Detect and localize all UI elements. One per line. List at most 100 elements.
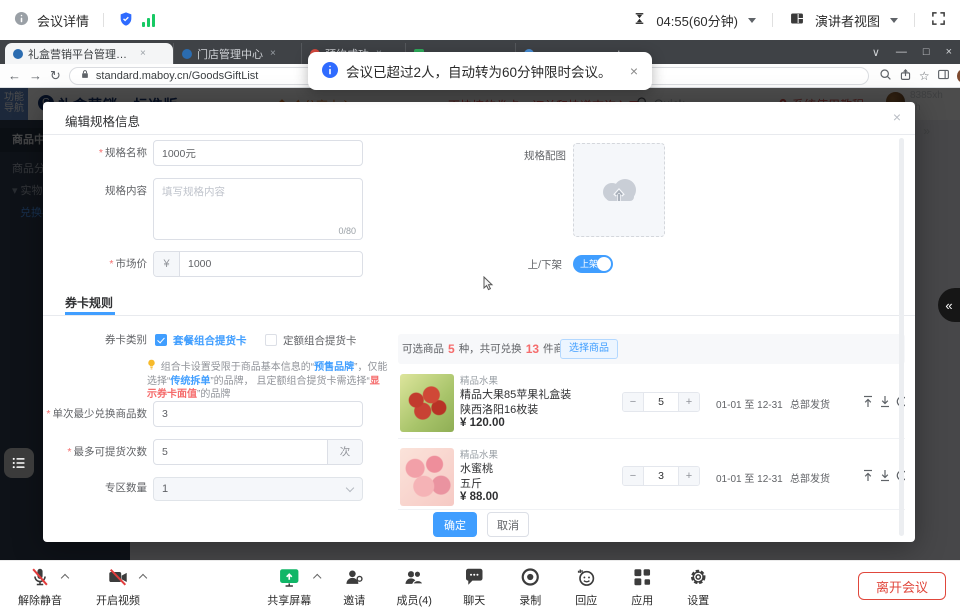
timer-caret-icon[interactable] xyxy=(748,18,756,23)
stepper-plus-button[interactable]: + xyxy=(679,467,699,485)
share-page-icon[interactable] xyxy=(899,68,912,84)
record-icon xyxy=(519,566,541,591)
cancel-button[interactable]: 取消 xyxy=(487,512,529,537)
share-options-chevron-icon[interactable] xyxy=(313,574,321,582)
meeting-timer: 04:55(60分钟) xyxy=(656,11,738,30)
view-mode-selector[interactable]: 演讲者视图 xyxy=(815,11,880,30)
label-text: 市场价 xyxy=(116,258,148,270)
view-caret-icon[interactable] xyxy=(890,18,898,23)
checkbox-fixed-card-unchecked[interactable] xyxy=(265,334,277,346)
spec-image-label: 规格配图 xyxy=(462,143,566,169)
stepper-minus-button[interactable]: − xyxy=(623,393,643,411)
toast-message: 会议已超过2人，自动转为60分钟限时会议。 xyxy=(346,61,612,81)
fullscreen-icon[interactable] xyxy=(931,11,946,29)
meeting-list-float-button[interactable] xyxy=(4,448,34,478)
stepper-value[interactable]: 3 xyxy=(643,467,679,485)
tab-favicon xyxy=(13,49,23,59)
members-label: 成员(4) xyxy=(397,592,432,608)
card-type-option2-label[interactable]: 定额组合提货卡 xyxy=(283,333,357,348)
collapse-icon: « xyxy=(945,298,952,313)
product-delivery: 总部发货 xyxy=(790,470,830,485)
product-image-peaches xyxy=(400,448,454,506)
edit-spec-modal: 编辑规格信息 × *规格名称 规格内容 0/80 *市场价 ¥ 规格配图 上/下… xyxy=(43,102,915,542)
spec-content-label: 规格内容 xyxy=(43,178,147,204)
bookmark-star-icon[interactable]: ☆ xyxy=(919,69,930,83)
card-type-option1-label[interactable]: 套餐组合提货卡 xyxy=(173,333,247,348)
members-icon xyxy=(403,566,425,591)
window-minimize-icon[interactable]: — xyxy=(896,46,907,58)
zoom-page-icon[interactable] xyxy=(879,68,892,84)
toast-close-icon[interactable]: × xyxy=(630,63,638,79)
move-to-bottom-icon[interactable] xyxy=(879,395,891,411)
reactions-label: 回应 xyxy=(575,592,597,608)
mic-options-chevron-icon[interactable] xyxy=(61,574,69,582)
tab-card-rules[interactable]: 券卡规则 xyxy=(65,294,113,311)
apps-button[interactable]: 应用 xyxy=(620,566,664,608)
min-exchange-input[interactable] xyxy=(153,401,363,427)
start-video-button[interactable]: 开启视频 xyxy=(90,566,146,608)
stepper-plus-button[interactable]: + xyxy=(679,393,699,411)
browser-tab[interactable]: 门店管理中心 × xyxy=(173,43,301,64)
invite-button[interactable]: 邀请 xyxy=(332,566,376,608)
spec-name-input[interactable] xyxy=(153,140,363,166)
start-video-label: 开启视频 xyxy=(96,592,140,608)
meeting-details-label[interactable]: 会议详情 xyxy=(37,11,89,30)
window-maximize-icon[interactable]: □ xyxy=(923,46,930,58)
browser-tab-active[interactable]: 礼盒营销平台管理中心 × xyxy=(5,43,173,64)
spec-content-textarea[interactable] xyxy=(154,179,362,239)
apps-label: 应用 xyxy=(631,592,653,608)
mouse-cursor xyxy=(483,276,494,294)
tab-close-icon[interactable]: × xyxy=(140,48,146,59)
chat-bubble-icon xyxy=(463,566,485,591)
modal-scrollbar[interactable] xyxy=(899,138,904,536)
spec-content-textarea-wrap: 0/80 xyxy=(153,178,363,240)
zone-count-select[interactable]: 1 xyxy=(153,477,363,501)
invite-label: 邀请 xyxy=(343,592,365,608)
hint-text: ”的品牌， 且定额组合提货卡需选择“ xyxy=(210,376,369,387)
product-price: ¥ 88.00 xyxy=(460,491,498,503)
move-to-top-icon[interactable] xyxy=(862,395,874,411)
leave-meeting-button[interactable]: 离开会议 xyxy=(858,572,946,600)
stepper-value[interactable]: 5 xyxy=(643,393,679,411)
price-input[interactable] xyxy=(180,252,362,276)
video-options-chevron-icon[interactable] xyxy=(139,574,147,582)
share-screen-button[interactable]: 共享屏幕 xyxy=(258,566,320,608)
image-upload-dropzone[interactable] xyxy=(573,143,665,237)
checkbox-combo-card-checked[interactable] xyxy=(155,334,167,346)
card-type-hint: 组合卡设置受限于商品基本信息的“预售品牌”，仅能选择“传统拆单”的品牌， 且定额… xyxy=(147,359,389,402)
members-button[interactable]: 成员(4) xyxy=(388,566,440,608)
chevron-down-icon xyxy=(346,484,354,492)
reload-icon[interactable]: ↻ xyxy=(50,68,61,84)
stepper-minus-button[interactable]: − xyxy=(623,467,643,485)
move-to-bottom-icon[interactable] xyxy=(879,469,891,485)
network-signal-icon[interactable] xyxy=(142,14,155,27)
forward-icon[interactable]: → xyxy=(29,68,42,83)
reactions-button[interactable]: 回应 xyxy=(564,566,608,608)
window-close-icon[interactable]: × xyxy=(946,46,952,58)
meeting-toolbar: 解除静音 开启视频 共享屏幕 邀请 xyxy=(0,560,960,610)
move-to-top-icon[interactable] xyxy=(862,469,874,485)
back-icon[interactable]: ← xyxy=(8,68,21,83)
microphone-muted-icon xyxy=(29,566,51,591)
unmute-label: 解除静音 xyxy=(18,592,62,608)
settings-button[interactable]: 设置 xyxy=(676,566,720,608)
section-divider xyxy=(43,315,915,316)
bulb-icon xyxy=(147,362,159,373)
side-panel-icon[interactable] xyxy=(937,68,950,84)
chat-button[interactable]: 聊天 xyxy=(452,566,496,608)
security-shield-icon[interactable] xyxy=(118,11,134,30)
record-button[interactable]: 录制 xyxy=(508,566,552,608)
modal-close-icon[interactable]: × xyxy=(893,109,901,125)
tab-search-icon[interactable]: ∨ xyxy=(872,46,880,59)
max-pickup-input[interactable] xyxy=(154,440,319,464)
unmute-button[interactable]: 解除静音 xyxy=(12,566,68,608)
choose-goods-button[interactable]: 选择商品 xyxy=(560,339,618,359)
shelf-toggle[interactable]: 上架 xyxy=(573,255,613,273)
product-row: 精品水果 水蜜桃 五斤 ¥ 88.00 − 3 + 01-01 至 12-31 … xyxy=(398,442,905,510)
product-brand: 精品水果 xyxy=(460,373,498,387)
spec-name-label: *规格名称 xyxy=(43,140,147,166)
confirm-button[interactable]: 确定 xyxy=(433,512,477,537)
tab-close-icon[interactable]: × xyxy=(270,48,276,59)
info-icon[interactable] xyxy=(14,11,29,29)
product-row: 精品水果 精品大果85苹果礼盒装 陕西洛阳16枚装 ¥ 120.00 − 5 +… xyxy=(398,368,905,439)
